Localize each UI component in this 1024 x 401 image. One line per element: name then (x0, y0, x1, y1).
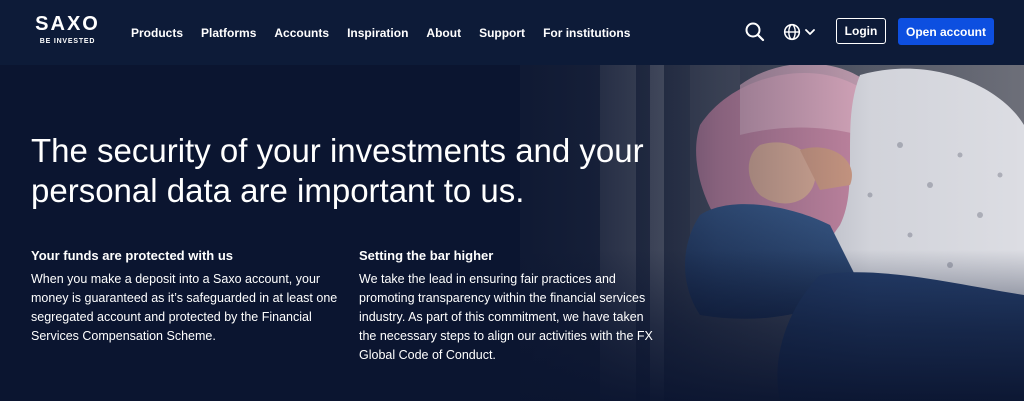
globe-icon (783, 23, 801, 41)
top-navigation-bar: SAXO BE INVESTED Products Platforms Acco… (0, 0, 1024, 65)
feature-setting-bar-higher: Setting the bar higher We take the lead … (359, 247, 659, 365)
feature-heading: Setting the bar higher (359, 248, 494, 263)
nav-item-platforms[interactable]: Platforms (201, 26, 256, 40)
feature-body: When you make a deposit into a Saxo acco… (31, 272, 338, 343)
nav-item-about[interactable]: About (426, 26, 461, 40)
main-nav: Products Platforms Accounts Inspiration … (131, 0, 648, 65)
logo-wordmark: SAXO (35, 13, 100, 35)
nav-item-products[interactable]: Products (131, 26, 183, 40)
open-account-button[interactable]: Open account (898, 18, 994, 45)
feature-body: We take the lead in ensuring fair practi… (359, 272, 653, 362)
chevron-down-icon (805, 29, 815, 35)
saxo-logo[interactable]: SAXO BE INVESTED (30, 13, 105, 47)
language-selector[interactable] (783, 22, 817, 42)
feature-heading: Your funds are protected with us (31, 248, 234, 263)
nav-item-support[interactable]: Support (479, 26, 525, 40)
login-button[interactable]: Login (836, 18, 886, 44)
feature-funds-protected: Your funds are protected with us When yo… (31, 247, 341, 346)
hero-section: The security of your investments and you… (0, 65, 1024, 401)
search-icon (745, 22, 765, 42)
search-button[interactable] (744, 21, 766, 43)
logo-tagline: BE INVESTED (39, 38, 96, 45)
nav-item-accounts[interactable]: Accounts (274, 26, 329, 40)
hero-title: The security of your investments and you… (31, 132, 644, 209)
nav-item-inspiration[interactable]: Inspiration (347, 26, 408, 40)
nav-item-for-institutions[interactable]: For institutions (543, 26, 630, 40)
